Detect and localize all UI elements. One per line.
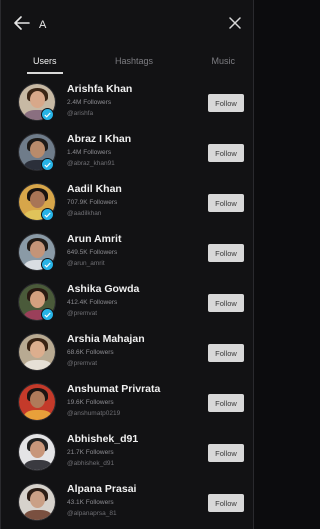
username: @arun_amrit: [67, 260, 105, 267]
verified-badge-icon: [41, 208, 54, 221]
follower-count: 21.7K Followers: [67, 449, 114, 456]
user-name: Arun Amrit: [67, 233, 122, 245]
avatar: [18, 333, 56, 371]
tab-music[interactable]: Music: [211, 50, 235, 72]
username: @premvat: [67, 310, 98, 317]
search-tabs: Users Hashtags Music: [1, 50, 255, 74]
tab-hashtags[interactable]: Hashtags: [115, 50, 153, 72]
search-bar: [7, 6, 249, 44]
avatar: [18, 383, 56, 421]
username: @arishfa: [67, 110, 94, 117]
user-name: Abraz I Khan: [67, 133, 132, 145]
user-name: Anshumat Privrata: [67, 383, 161, 395]
verified-badge-icon: [41, 258, 54, 271]
follower-count: 19.6K Followers: [67, 399, 114, 406]
verified-badge-icon: [41, 308, 54, 321]
user-results-list: Arishfa Khan 2.4M Followers @arishfa Fol…: [1, 78, 255, 528]
follow-button[interactable]: Follow: [208, 94, 244, 112]
follow-button[interactable]: Follow: [208, 494, 244, 512]
follow-button[interactable]: Follow: [208, 194, 244, 212]
verified-badge-icon: [41, 108, 54, 121]
verified-badge-icon: [41, 158, 54, 171]
username: @aadilkhan: [67, 210, 102, 217]
user-name: Arishfa Khan: [67, 83, 133, 95]
follow-button[interactable]: Follow: [208, 244, 244, 262]
user-name: Abhishek_d91: [67, 433, 139, 445]
follow-button[interactable]: Follow: [208, 444, 244, 462]
back-button[interactable]: [7, 10, 37, 40]
follow-button[interactable]: Follow: [208, 144, 244, 162]
search-input[interactable]: [39, 11, 221, 39]
user-row[interactable]: Ashika Gowda 412.4K Followers @premvat F…: [1, 278, 255, 328]
arrow-left-icon: [14, 15, 30, 35]
follow-button[interactable]: Follow: [208, 394, 244, 412]
clear-search-button[interactable]: [221, 11, 249, 39]
search-screen: Users Hashtags Music Arishfa Khan 2.4M F…: [0, 0, 254, 529]
avatar: [18, 483, 56, 521]
follower-count: 649.5K Followers: [67, 249, 118, 256]
username: @anshumatp0219: [67, 410, 121, 417]
username: @premvat: [67, 360, 98, 367]
user-row[interactable]: Alpana Prasai 43.1K Followers @alpanaprs…: [1, 478, 255, 528]
follow-button[interactable]: Follow: [208, 344, 244, 362]
user-name: Ashika Gowda: [67, 283, 140, 295]
user-name: Arshia Mahajan: [67, 333, 145, 345]
username: @alpanaprsa_81: [67, 510, 117, 517]
user-name: Alpana Prasai: [67, 483, 137, 495]
follower-count: 707.9K Followers: [67, 199, 118, 206]
user-name: Aadil Khan: [67, 183, 122, 195]
follower-count: 1.4M Followers: [67, 149, 112, 156]
user-row[interactable]: Anshumat Privrata 19.6K Followers @anshu…: [1, 378, 255, 428]
close-icon: [229, 16, 241, 34]
follower-count: 2.4M Followers: [67, 99, 112, 106]
user-row[interactable]: Abhishek_d91 21.7K Followers @abhishek_d…: [1, 428, 255, 478]
user-row[interactable]: Aadil Khan 707.9K Followers @aadilkhan F…: [1, 178, 255, 228]
user-row[interactable]: Arishfa Khan 2.4M Followers @arishfa Fol…: [1, 78, 255, 128]
username: @abhishek_d91: [67, 460, 115, 467]
tab-users[interactable]: Users: [27, 50, 62, 74]
user-row[interactable]: Abraz I Khan 1.4M Followers @abraz_khan9…: [1, 128, 255, 178]
user-row[interactable]: Arun Amrit 649.5K Followers @arun_amrit …: [1, 228, 255, 278]
user-row[interactable]: Arshia Mahajan 68.6K Followers @premvat …: [1, 328, 255, 378]
follower-count: 68.6K Followers: [67, 349, 114, 356]
follower-count: 412.4K Followers: [67, 299, 118, 306]
username: @abraz_khan91: [67, 160, 115, 167]
follow-button[interactable]: Follow: [208, 294, 244, 312]
avatar: [18, 433, 56, 471]
follower-count: 43.1K Followers: [67, 499, 114, 506]
